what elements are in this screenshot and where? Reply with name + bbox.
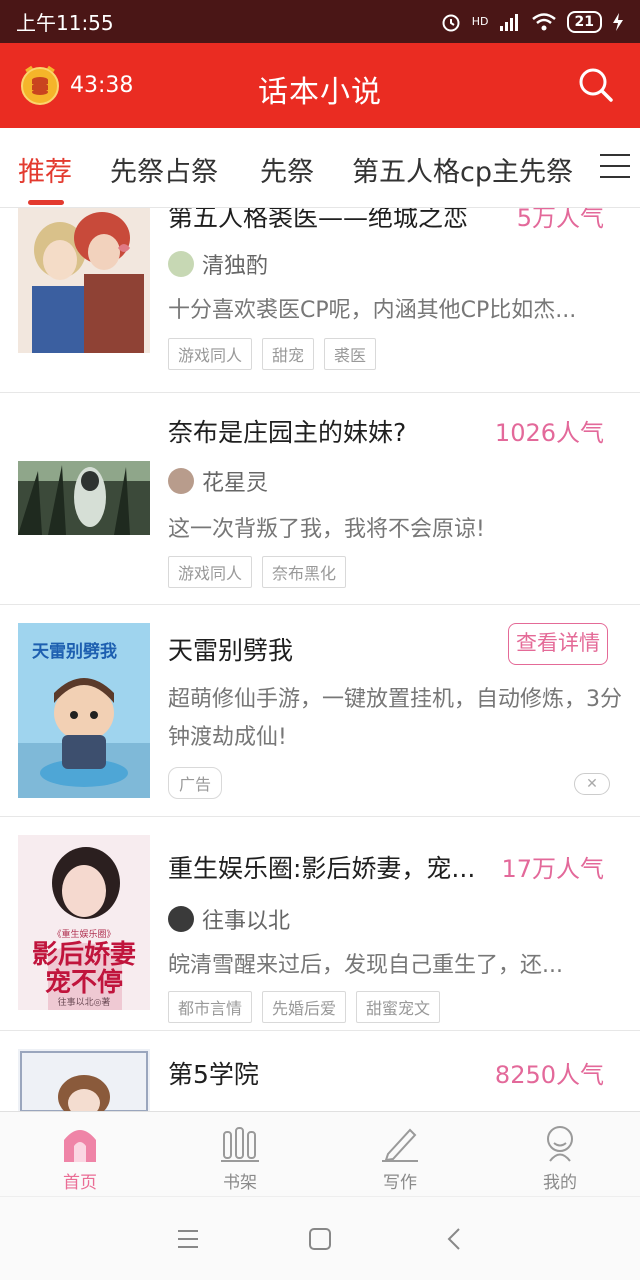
- home-square-icon[interactable]: [308, 1227, 332, 1251]
- status-bar: 上午11:55 HD 21: [0, 0, 640, 43]
- charging-icon: [613, 12, 623, 31]
- tag[interactable]: 都市言情: [168, 991, 253, 1023]
- avatar: [168, 906, 194, 932]
- story-title[interactable]: 第五人格裘医——绝城之恋: [168, 208, 468, 234]
- popularity-count: 17万人气: [501, 855, 604, 883]
- back-icon[interactable]: [444, 1227, 464, 1251]
- popularity-count: 8250人气: [494, 1061, 604, 1089]
- story-title[interactable]: 奈布是庄园主的妹妹?: [168, 413, 406, 449]
- status-icons: HD 21: [440, 10, 624, 33]
- tab-xianji-zhanji[interactable]: 先祭占祭: [110, 150, 218, 189]
- list-item[interactable]: 第五人格裘医——绝城之恋 5万人气 清独酌 十分喜欢裘医CP呢，内涵其他CP比如…: [0, 208, 640, 393]
- story-description: 十分喜欢裘医CP呢，内涵其他CP比如杰...: [168, 298, 577, 323]
- ad-title[interactable]: 天雷别劈我: [168, 631, 293, 667]
- tab-xianji[interactable]: 先祭: [260, 150, 314, 189]
- popularity-count: 1026人气: [494, 419, 604, 447]
- tag-list: 游戏同人 奈布黑化: [168, 556, 347, 588]
- view-details-button[interactable]: 查看详情: [508, 623, 608, 665]
- book-cover: [18, 1049, 150, 1111]
- list-item[interactable]: 奈布是庄园主的妹妹? 1026人气 花星灵 这一次背叛了我，我将不会原谅! 游戏…: [0, 393, 640, 605]
- wifi-icon: [531, 12, 556, 30]
- nav-label: 我的: [543, 1173, 577, 1193]
- search-icon[interactable]: [578, 67, 614, 103]
- book-cover: [18, 461, 150, 535]
- recents-menu-icon[interactable]: [176, 1229, 200, 1249]
- network-type: HD: [471, 15, 489, 28]
- bookshelf-icon: [221, 1127, 259, 1162]
- tag[interactable]: 甜蜜宠文: [356, 991, 441, 1023]
- nav-label: 书架: [223, 1173, 257, 1193]
- cover-title-text: 影后娇妻宠不停: [31, 940, 136, 998]
- tab-recommended[interactable]: 推荐: [18, 150, 72, 189]
- user-icon: [547, 1126, 573, 1162]
- tag-list: 都市言情 先婚后爱 甜蜜宠文: [168, 991, 441, 1023]
- cover-author-text: 往事以北◎著: [57, 998, 111, 1008]
- signal-icon: [499, 13, 518, 31]
- cover-subtitle: 《重生娱乐圈》: [52, 930, 116, 940]
- bottom-navigation: 首页 书架 写作 我的: [0, 1111, 640, 1196]
- author-row[interactable]: 清独酌: [168, 248, 268, 280]
- story-title[interactable]: 第5学院: [168, 1055, 259, 1091]
- tag[interactable]: 裘医: [324, 338, 377, 370]
- system-navigation-bar: [0, 1196, 640, 1280]
- popularity-count: 5万人气: [516, 208, 604, 232]
- tag[interactable]: 奈布黑化: [262, 556, 347, 588]
- category-tabs: 推荐 先祭占祭 先祭 第五人格cp主先祭: [0, 128, 640, 208]
- author-row[interactable]: 往事以北: [168, 903, 290, 935]
- author-name: 清独酌: [202, 254, 269, 279]
- app-header: 43:38 话本小说: [0, 43, 640, 128]
- author-row[interactable]: 花星灵: [168, 465, 268, 497]
- tag[interactable]: 游戏同人: [168, 556, 253, 588]
- menu-icon[interactable]: [600, 154, 630, 180]
- nav-bookshelf[interactable]: 书架: [160, 1112, 320, 1196]
- alarm-icon: [442, 14, 460, 31]
- nav-write[interactable]: 写作: [320, 1112, 480, 1196]
- tag[interactable]: 游戏同人: [168, 338, 253, 370]
- story-description: 皖清雪醒来过后，发现自己重生了，还...: [168, 953, 563, 978]
- battery-indicator: 21: [566, 10, 602, 33]
- avatar: [168, 468, 194, 494]
- story-title[interactable]: 重生娱乐圈:影后娇妻，宠...: [168, 849, 475, 885]
- story-description: 这一次背叛了我，我将不会原谅!: [168, 517, 485, 542]
- avatar: [168, 251, 194, 277]
- author-name: 往事以北: [202, 909, 291, 934]
- tag-list: 游戏同人 甜宠 裘医: [168, 338, 377, 370]
- ad-cover-text: 天雷别劈我: [32, 642, 117, 662]
- ad-description: 超萌修仙手游，一键放置挂机，自动修炼，3分钟渡劫成仙!: [168, 687, 622, 750]
- status-time: 上午11:55: [16, 11, 114, 35]
- tag[interactable]: 甜宠: [262, 338, 315, 370]
- nav-label: 写作: [383, 1173, 417, 1193]
- ad-label: 广告: [168, 767, 223, 799]
- book-cover: 《重生娱乐圈》 影后娇妻宠不停 往事以北◎著: [18, 835, 150, 1010]
- ad-cover: 天雷别劈我: [18, 623, 150, 798]
- active-tab-indicator: [28, 200, 64, 205]
- nav-me[interactable]: 我的: [480, 1112, 640, 1196]
- list-item[interactable]: 《重生娱乐圈》 影后娇妻宠不停 往事以北◎著 重生娱乐圈:影后娇妻，宠... 1…: [0, 817, 640, 1031]
- close-ad-icon[interactable]: ✕: [574, 773, 610, 795]
- app-title: 话本小说: [258, 75, 382, 110]
- tab-identity-v-cp[interactable]: 第五人格cp主先祭: [352, 150, 573, 189]
- nav-home[interactable]: 首页: [0, 1112, 160, 1196]
- story-feed[interactable]: 第五人格裘医——绝城之恋 5万人气 清独酌 十分喜欢裘医CP呢，内涵其他CP比如…: [0, 208, 640, 1111]
- book-cover: [18, 208, 150, 353]
- nav-label: 首页: [63, 1173, 97, 1193]
- home-icon: [64, 1130, 96, 1162]
- tag[interactable]: 先婚后爱: [262, 991, 347, 1023]
- list-item[interactable]: 第5学院 8250人气: [0, 1031, 640, 1111]
- pen-icon: [382, 1128, 418, 1162]
- author-name: 花星灵: [202, 471, 269, 496]
- ad-item[interactable]: 天雷别劈我 天雷别劈我 查看详情 超萌修仙手游，一键放置挂机，自动修炼，3分钟渡…: [0, 605, 640, 817]
